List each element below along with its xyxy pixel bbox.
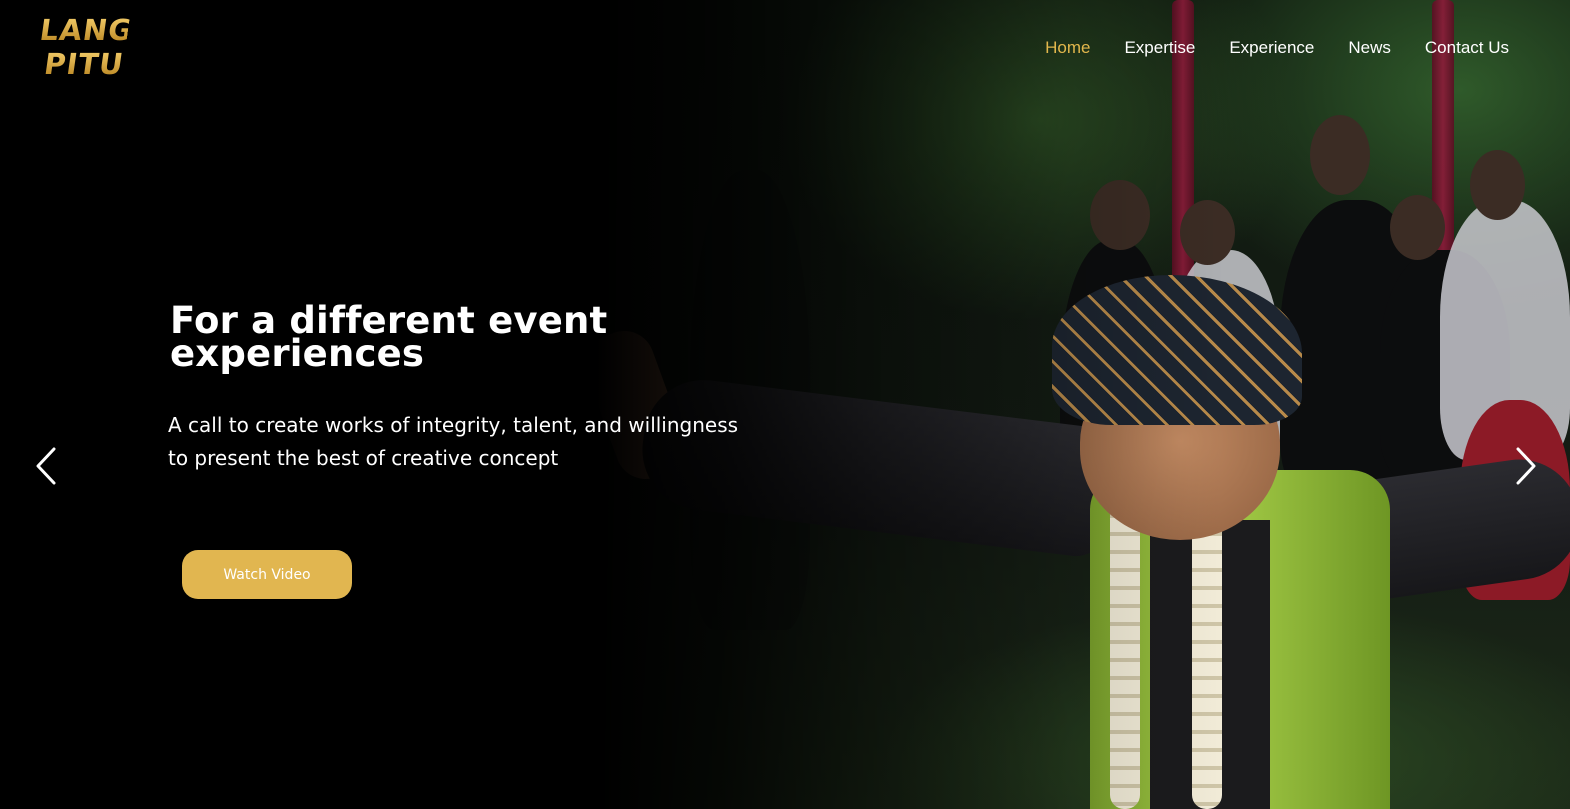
nav-contact-us[interactable]: Contact Us: [1425, 38, 1509, 58]
main-nav: Home Expertise Experience News Contact U…: [1045, 38, 1509, 58]
watch-video-button[interactable]: Watch Video: [182, 550, 352, 599]
nav-home[interactable]: Home: [1045, 38, 1090, 58]
nav-news[interactable]: News: [1348, 38, 1391, 58]
chevron-right-icon: [1516, 447, 1536, 485]
nav-expertise[interactable]: Expertise: [1124, 38, 1195, 58]
logo-text-top: LANGIT: [37, 13, 169, 47]
logo-text-bottom: PITU: [38, 47, 130, 81]
carousel-next-button[interactable]: [1508, 446, 1544, 486]
carousel-prev-button[interactable]: [28, 446, 64, 486]
hero-slide: [0, 0, 1570, 809]
brand-logo[interactable]: LANGIT PITU: [37, 13, 169, 86]
chevron-left-icon: [36, 447, 56, 485]
nav-experience[interactable]: Experience: [1229, 38, 1314, 58]
hero-subtitle: A call to create works of integrity, tal…: [168, 413, 739, 470]
hero-dark-overlay: [0, 0, 1570, 809]
hero-title: For a different event experiences: [170, 299, 608, 375]
